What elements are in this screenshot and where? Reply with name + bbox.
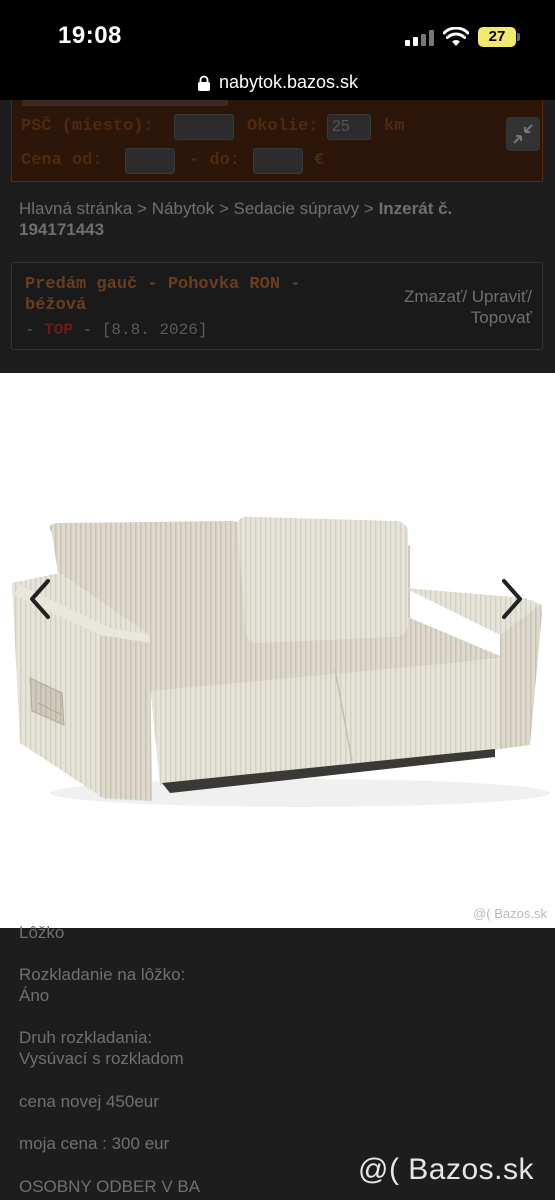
image-lightbox: @( Bazos.sk <box>0 373 555 928</box>
url-bar[interactable]: nabytok.bazos.sk <box>0 72 555 100</box>
wifi-icon <box>443 27 469 46</box>
collapse-arrows-icon <box>513 124 533 144</box>
cena-od-label: Cena od: <box>21 151 103 170</box>
sofa-photo <box>12 516 550 807</box>
psc-label: PSČ (miesto): <box>21 117 154 136</box>
desc-druh-value: Vysúvací s rozkladom <box>19 1049 184 1068</box>
next-image-button[interactable] <box>490 571 534 627</box>
desc-druh-label: Druh rozkladania: <box>19 1028 153 1047</box>
battery-tip <box>517 33 520 41</box>
desc-rozkladanie-value: Áno <box>19 986 50 1005</box>
status-time: 19:08 <box>58 22 122 49</box>
desc-lozko: Lôžko <box>19 923 65 942</box>
status-bar: 19:08 27 <box>0 0 555 72</box>
cellular-signal-icon <box>405 30 435 46</box>
lock-icon <box>197 75 210 91</box>
breadcrumb: Hlavná stránka > Nábytok > Sedacie súpra… <box>19 198 539 240</box>
desc-cena-novej: cena novej 450eur <box>19 1092 159 1111</box>
km-label: km <box>384 117 405 136</box>
desc-osobny-odber: OSOBNY ODBER V BA <box>19 1177 201 1196</box>
top-badge: TOP <box>44 321 74 339</box>
url-text: nabytok.bazos.sk <box>218 72 359 92</box>
currency-label: € <box>314 151 325 170</box>
listing-header: Predám gauč - Pohovka RON - béžová - TOP… <box>11 262 543 350</box>
battery-icon: 27 <box>478 27 516 47</box>
cena-do-input[interactable] <box>253 148 303 174</box>
search-input-stub[interactable] <box>22 100 228 106</box>
okolie-label: Okolie: <box>247 117 319 136</box>
psc-input[interactable] <box>174 114 234 140</box>
meta-prefix: - <box>25 321 45 339</box>
listing-title: Predám gauč - Pohovka RON - béžová <box>25 275 301 315</box>
collapse-button[interactable] <box>506 117 540 151</box>
cena-od-input[interactable] <box>125 148 175 174</box>
image-watermark: @( Bazos.sk <box>473 906 547 921</box>
listing-actions[interactable]: Zmazať/ Upraviť/ Topovať <box>362 286 532 328</box>
cena-do-label: - do: <box>189 151 241 170</box>
footer-watermark: @( Bazos.sk <box>358 1153 534 1186</box>
desc-moja-cena: moja cena : 300 eur <box>19 1134 170 1153</box>
okolie-input[interactable]: 25 <box>327 114 371 140</box>
breadcrumb-path[interactable]: Hlavná stránka > Nábytok > Sedacie súpra… <box>19 199 379 218</box>
listing-meta: - TOP - [8.8. 2026] <box>25 321 207 339</box>
listing-date: - [8.8. 2026] <box>73 321 208 339</box>
desc-rozkladanie-label: Rozkladanie na lôžko: <box>19 965 186 984</box>
previous-image-button[interactable] <box>18 571 62 627</box>
